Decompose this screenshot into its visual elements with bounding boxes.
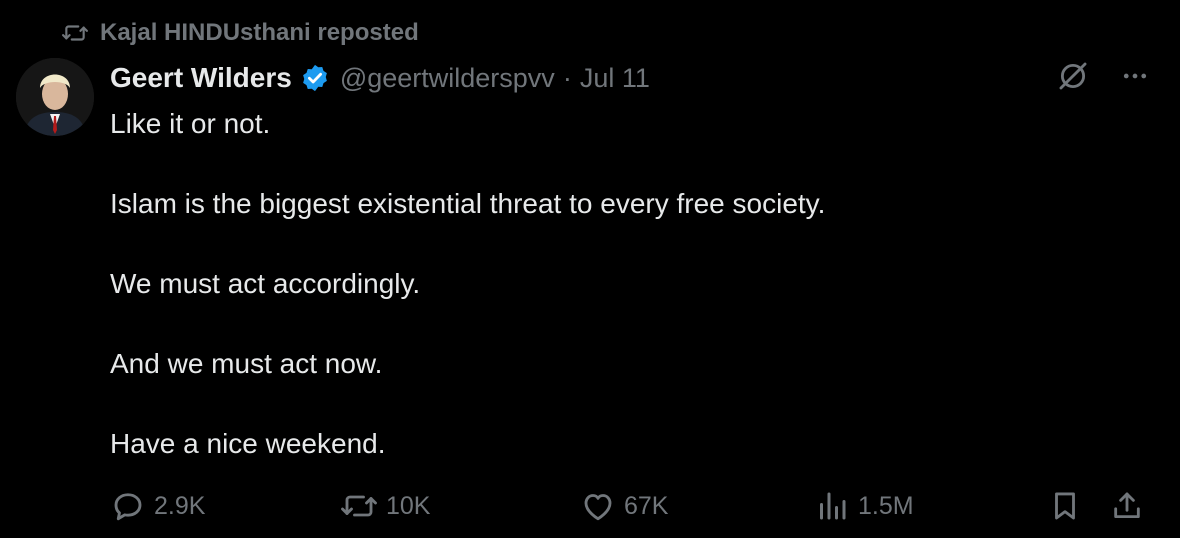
grok-icon[interactable] bbox=[1056, 59, 1090, 98]
bookmark-button[interactable] bbox=[1048, 484, 1082, 528]
more-icon[interactable] bbox=[1120, 61, 1150, 96]
reply-button[interactable]: 2.9K bbox=[110, 484, 205, 528]
tweet-card[interactable]: Kajal HINDUsthani reposted Geert Wilders… bbox=[0, 0, 1180, 538]
tweet-top-actions bbox=[1056, 58, 1150, 98]
heart-icon bbox=[580, 488, 616, 524]
avatar[interactable] bbox=[16, 58, 94, 136]
tweet-header: Geert Wilders @geertwilderspvv · Jul 11 bbox=[110, 58, 650, 98]
share-icon bbox=[1110, 488, 1144, 524]
share-button[interactable] bbox=[1110, 484, 1144, 528]
repost-icon bbox=[60, 20, 90, 46]
reply-icon bbox=[110, 488, 146, 524]
repost-label: Kajal HINDUsthani reposted bbox=[100, 19, 419, 46]
repost-icon bbox=[340, 488, 378, 524]
tweet-text: Like it or not. Islam is the biggest exi… bbox=[110, 104, 1130, 504]
tweet-line: Have a nice weekend. bbox=[110, 428, 386, 459]
bookmark-icon bbox=[1048, 488, 1082, 524]
reply-count: 2.9K bbox=[154, 491, 206, 520]
like-count: 67K bbox=[624, 491, 669, 520]
views-count: 1.5M bbox=[858, 491, 914, 520]
tweet-line: Like it or not. bbox=[110, 108, 271, 139]
post-date[interactable]: Jul 11 bbox=[580, 63, 650, 94]
tweet-line: And we must act now. bbox=[110, 348, 383, 379]
repost-button[interactable]: 10K bbox=[340, 484, 430, 528]
tweet-line: Islam is the biggest existential threat … bbox=[110, 188, 826, 219]
tweet-line: We must act accordingly. bbox=[110, 268, 421, 299]
views-button[interactable]: 1.5M bbox=[814, 484, 914, 528]
author-name[interactable]: Geert Wilders bbox=[110, 62, 292, 94]
action-bar: 2.9K 10K 67K 1.5M bbox=[110, 484, 1150, 528]
author-handle[interactable]: @geertwilderspvv bbox=[340, 63, 555, 94]
like-button[interactable]: 67K bbox=[580, 484, 668, 528]
separator-dot: · bbox=[562, 62, 572, 93]
verified-badge-icon[interactable] bbox=[300, 63, 330, 93]
views-icon bbox=[814, 488, 850, 524]
repost-count: 10K bbox=[386, 491, 431, 520]
repost-context[interactable]: Kajal HINDUsthani reposted bbox=[60, 16, 419, 50]
